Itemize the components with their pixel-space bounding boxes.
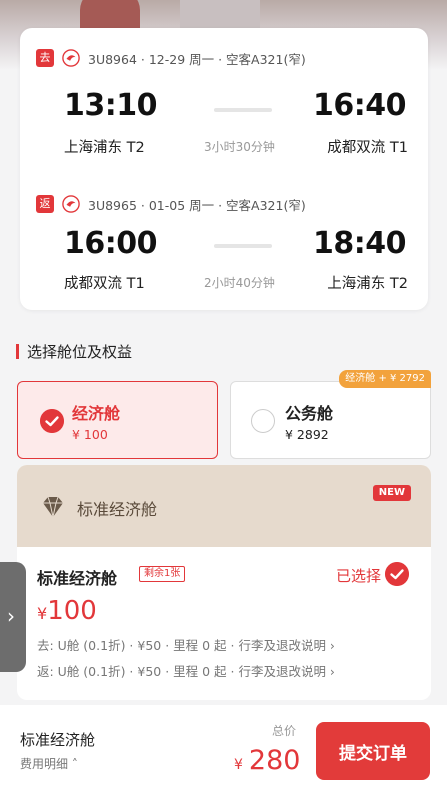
total-price-value: 280 (248, 745, 301, 776)
route-line (214, 108, 272, 112)
cabin-option-business[interactable]: 经济舱 + ¥ 2792 公务舱 ¥ 2892 (230, 370, 431, 459)
arrival-time: 16:40 (313, 88, 407, 123)
leg-header: 返 3U8965 · 01-05 周一 · 空客A321(窄) (36, 194, 306, 214)
selected-fare-title: 标准经济舱 (20, 731, 96, 749)
flight-itinerary-card: 去 3U8964 · 12-29 周一 · 空客A321(窄) 13:10 16… (20, 28, 428, 310)
departure-time: 16:00 (64, 226, 158, 261)
section-title: 选择舱位及权益 (16, 342, 133, 361)
fare-header-title: 标准经济舱 (77, 500, 158, 519)
section-title-text: 选择舱位及权益 (27, 342, 133, 361)
flight-info: 3U8965 · 01-05 周一 · 空客A321(窄) (88, 197, 306, 213)
section-accent-bar (16, 343, 19, 359)
upgrade-price-badge: 经济舱 + ¥ 2792 (339, 370, 431, 388)
cabin-name: 经济舱 (72, 404, 121, 423)
fare-price-value: 100 (47, 596, 97, 626)
total-price: ¥280 (234, 745, 300, 776)
route-line (214, 244, 272, 248)
total-label: 总价 (272, 724, 297, 738)
new-badge: NEW (372, 485, 411, 501)
bottom-checkout-bar: 标准经济舱 费用明细 ˄ 总价 ¥280 提交订单 (0, 705, 447, 800)
cabin-option-economy[interactable]: 经济舱 ¥ 100 (17, 381, 218, 459)
arrival-airport: 成都双流 T1 (327, 140, 408, 156)
cabin-price: ¥ 100 (72, 427, 108, 442)
check-circle-icon (40, 409, 64, 433)
airline-logo-icon (62, 49, 80, 67)
departure-airport: 成都双流 T1 (64, 276, 145, 292)
departure-time: 13:10 (64, 88, 158, 123)
side-expand-tab[interactable]: › (0, 562, 26, 672)
flight-leg-return: 返 3U8965 · 01-05 周一 · 空客A321(窄) 16:00 18… (20, 174, 428, 314)
check-circle-icon[interactable] (385, 562, 409, 586)
airline-logo-icon (62, 195, 80, 213)
fare-product-card: 标准经济舱 NEW 标准经济舱 剩余1张 已选择 ¥100 去: U舱 (0.1… (17, 465, 431, 700)
arrival-time: 18:40 (313, 226, 407, 261)
leg-tag-outbound: 去 (36, 49, 54, 67)
submit-order-button[interactable]: 提交订单 (316, 722, 430, 780)
currency-symbol: ¥ (234, 757, 243, 773)
remaining-seats-badge: 剩余1张 (139, 566, 186, 582)
cabin-price: ¥ 2892 (285, 427, 329, 442)
diamond-icon (43, 496, 63, 518)
currency-symbol: ¥ (37, 604, 48, 623)
leg-header: 去 3U8964 · 12-29 周一 · 空客A321(窄) (36, 48, 306, 68)
leg-tag-return: 返 (36, 195, 54, 213)
selected-label: 已选择 (335, 567, 381, 585)
flight-duration: 2小时40分钟 (204, 276, 275, 290)
flight-info: 3U8964 · 12-29 周一 · 空客A321(窄) (88, 51, 306, 67)
fare-rule-outbound[interactable]: 去: U舱 (0.1折) · ¥50 · 里程 0 起 · 行李及退改说明 › (37, 635, 335, 654)
flight-duration: 3小时30分钟 (204, 140, 275, 154)
chevron-right-icon: › (7, 604, 15, 628)
radio-unchecked-icon (251, 409, 275, 433)
fare-rule-return[interactable]: 返: U舱 (0.1折) · ¥50 · 里程 0 起 · 行李及退改说明 › (37, 661, 335, 680)
arrival-airport: 上海浦东 T2 (327, 276, 408, 292)
departure-airport: 上海浦东 T2 (64, 140, 145, 156)
flight-leg-outbound: 去 3U8964 · 12-29 周一 · 空客A321(窄) 13:10 16… (20, 28, 428, 168)
fee-details-link[interactable]: 费用明细 ˄ (20, 755, 78, 772)
fare-title: 标准经济舱 (37, 569, 118, 588)
fare-header: 标准经济舱 NEW (17, 465, 431, 547)
cabin-name: 公务舱 (285, 404, 334, 423)
fare-price: ¥100 (37, 596, 97, 626)
